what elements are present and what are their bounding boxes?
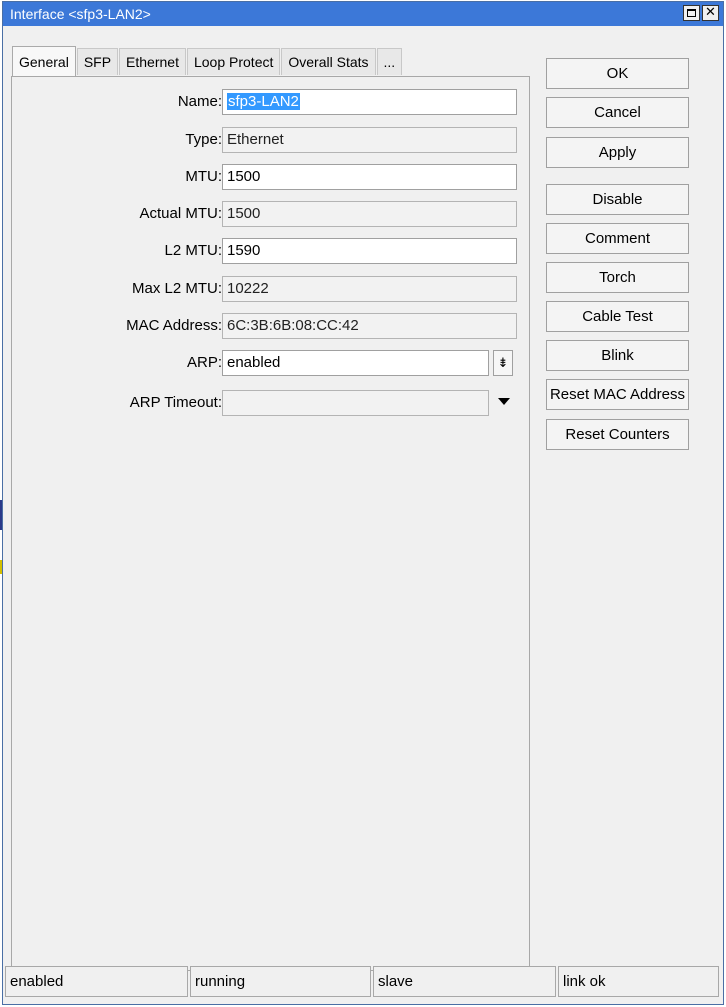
tab-overall-stats[interactable]: Overall Stats — [281, 48, 376, 75]
torch-button[interactable]: Torch — [546, 262, 689, 293]
tab-more[interactable]: ... — [376, 48, 403, 75]
actual-mtu-row: Actual MTU: 1500 — [12, 201, 532, 227]
mac-address-field: 6C:3B:6B:08:CC:42 — [222, 313, 517, 339]
apply-button[interactable]: Apply — [546, 137, 689, 168]
disable-button[interactable]: Disable — [546, 184, 689, 215]
general-panel: Name: sfp3-LAN2 Type: Ethernet MTU: 1500… — [11, 76, 530, 971]
arp-timeout-label: ARP Timeout: — [129, 394, 222, 411]
tab-strip: General SFP Ethernet Loop Protect Overal… — [12, 46, 403, 76]
l2-mtu-label: L2 MTU: — [164, 242, 222, 259]
actual-mtu-label: Actual MTU: — [139, 205, 222, 222]
status-enabled: enabled — [5, 966, 188, 997]
l2-mtu-row: L2 MTU: 1590 — [12, 238, 532, 264]
mac-address-row: MAC Address: 6C:3B:6B:08:CC:42 — [12, 313, 532, 339]
status-slave: slave — [373, 966, 556, 997]
arp-label: ARP: — [186, 354, 222, 371]
tab-general[interactable]: General — [12, 46, 76, 76]
mac-address-label: MAC Address: — [126, 317, 222, 334]
arp-select[interactable]: enabled — [222, 350, 489, 376]
name-label: Name: — [177, 93, 222, 110]
window-title: Interface <sfp3-LAN2> — [10, 6, 151, 22]
tab-sfp[interactable]: SFP — [76, 48, 119, 75]
arp-dropdown-button[interactable]: ⇟ — [493, 350, 513, 376]
comment-button[interactable]: Comment — [546, 223, 689, 254]
mtu-row: MTU: 1500 — [12, 164, 532, 190]
max-l2-mtu-field: 10222 — [222, 276, 517, 302]
reset-mac-address-button[interactable]: Reset MAC Address — [546, 379, 689, 410]
close-button[interactable]: ✕ — [702, 5, 719, 21]
max-l2-mtu-label: Max L2 MTU: — [131, 280, 222, 297]
blink-button[interactable]: Blink — [546, 340, 689, 371]
name-value: sfp3-LAN2 — [227, 93, 300, 110]
title-bar[interactable]: Interface <sfp3-LAN2> ✕ — [3, 2, 723, 26]
type-field: Ethernet — [222, 127, 517, 153]
mtu-input[interactable]: 1500 — [222, 164, 517, 190]
status-bar: enabled running slave link ok — [5, 966, 719, 998]
arp-timeout-row: ARP Timeout: — [12, 390, 532, 416]
interface-window: Interface <sfp3-LAN2> ✕ General SFP Ethe… — [2, 1, 724, 1005]
cancel-button[interactable]: Cancel — [546, 97, 689, 128]
arp-timeout-field[interactable] — [222, 390, 489, 416]
maximize-button[interactable] — [683, 5, 700, 21]
l2-mtu-input[interactable]: 1590 — [222, 238, 517, 264]
chevron-down-icon: ⇟ — [497, 355, 509, 371]
name-input[interactable]: sfp3-LAN2 — [222, 89, 517, 115]
actual-mtu-field: 1500 — [222, 201, 517, 227]
cable-test-button[interactable]: Cable Test — [546, 301, 689, 332]
max-l2-mtu-row: Max L2 MTU: 10222 — [12, 276, 532, 302]
maximize-icon — [687, 9, 696, 17]
reset-counters-button[interactable]: Reset Counters — [546, 419, 689, 450]
status-running: running — [190, 966, 371, 997]
ok-button[interactable]: OK — [546, 58, 689, 89]
mtu-label: MTU: — [185, 168, 222, 185]
close-icon: ✕ — [705, 5, 716, 20]
type-row: Type: Ethernet — [12, 127, 532, 153]
status-link: link ok — [558, 966, 719, 997]
tab-loop-protect[interactable]: Loop Protect — [186, 48, 281, 75]
name-row: Name: sfp3-LAN2 — [12, 89, 532, 115]
arp-row: ARP: enabled ⇟ — [12, 350, 532, 376]
expand-arrow-icon[interactable] — [498, 398, 510, 405]
tab-ethernet[interactable]: Ethernet — [119, 48, 186, 75]
type-label: Type: — [185, 131, 222, 148]
